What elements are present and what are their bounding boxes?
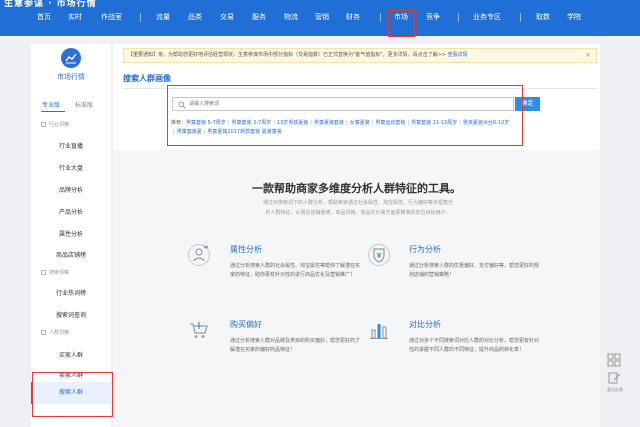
group-icon	[41, 122, 46, 127]
tab-standard[interactable]: 标准版	[75, 100, 93, 109]
nav-divider	[380, 13, 381, 22]
nav-item-marketing[interactable]: 营销	[315, 12, 329, 22]
market-icon	[61, 48, 81, 68]
group-icon	[41, 330, 46, 335]
nav-item-logistics[interactable]: 物流	[284, 12, 298, 22]
sidebar-item-shop-ranking[interactable]: 商品店铺榜	[31, 250, 111, 259]
intro-description: 通过对搜索词下的人群分析，帮助卖家通过社会属性、淘宝属性、行为偏好等多视角分析人…	[263, 200, 454, 216]
notice-text: 【重要通知】亲，为帮助您更好地评估经营现状，生意参谋市场中部分指标（交易指数）已…	[128, 52, 446, 58]
nav-item-war-room[interactable]: 作战室	[101, 12, 122, 22]
sidebar-item-brand-analysis[interactable]: 品牌分析	[31, 185, 111, 194]
sidebar-item-industry-live[interactable]: 行业直播	[31, 141, 111, 150]
tab-professional[interactable]: 专业版	[42, 100, 60, 109]
sidebar-item-buyer-crowd[interactable]: 买家人群	[31, 350, 111, 359]
sidebar-title: 市场行情	[57, 73, 85, 81]
nav-item-data-fetch[interactable]: 取数	[536, 12, 550, 22]
feedback-icon[interactable]	[606, 370, 622, 386]
notice-link[interactable]: 查看详情	[448, 52, 468, 58]
left-sidebar: 市场行情 专业版 标准版 行业洞察 行业直播 行业大盘 品牌分析 产品分析 属性…	[31, 44, 111, 427]
feature-desc-attribute: 通过分析搜索人群的社会属性、淘宝属性等帮你了解潜在买家的特征，助你更有针对性的进…	[230, 263, 361, 278]
feature-desc-behavior: 通过分析搜索人群的优惠偏好、支付偏好等，帮您更好的规划店铺的营销策略！	[409, 263, 540, 278]
notice-banner: 【重要通知】亲，为帮助您更好地评估经营现状，生意参谋市场中部分指标（交易指数）已…	[123, 48, 597, 63]
nav-item-finance[interactable]: 财务	[346, 12, 360, 22]
nav-item-trade[interactable]: 交易	[220, 12, 234, 22]
cart-icon	[190, 322, 208, 338]
nav-item-category[interactable]: 品类	[188, 12, 202, 22]
sidebar-group-crowd: 人群洞察	[41, 329, 69, 336]
sidebar-item-search-query[interactable]: 搜索词查询	[31, 310, 111, 319]
group-icon	[41, 270, 46, 275]
nav-item-home[interactable]: 首页	[37, 12, 51, 22]
feature-title-behavior: 行为分析	[409, 245, 441, 254]
feature-desc-compare: 通过对多个不同搜索词对应人群的对比分析，帮您更有针对性的掌握不同人群的不同特征，…	[409, 338, 540, 353]
feature-title-purchase: 购买偏好	[230, 320, 262, 329]
intro-section: 一款帮助商家多维度分析人群特征的工具。 通过对搜索词下的人群分析，帮助卖家通过社…	[113, 150, 600, 427]
sidebar-tabs: 专业版 标准版	[31, 96, 111, 112]
nav-divider	[458, 13, 459, 22]
nav-item-traffic[interactable]: 流量	[156, 12, 170, 22]
nav-divider	[520, 13, 521, 22]
sidebar-item-industry-overview[interactable]: 行业大盘	[31, 163, 111, 172]
nav-item-competition[interactable]: 竞争	[426, 12, 440, 22]
bar-chart-icon	[370, 324, 388, 339]
nav-divider	[140, 13, 141, 22]
grid-icon[interactable]	[606, 352, 622, 368]
sidebar-group-industry: 行业洞察	[41, 121, 69, 128]
top-nav-bar: 生意参谋 · 市场行情 首页 实时 作战室 流量 品类 交易 服务 物流 营销 …	[0, 0, 640, 36]
close-icon[interactable]: ×	[585, 49, 591, 62]
feedback-label[interactable]: 意见反馈	[604, 387, 626, 393]
highlight-box-search-crowd	[32, 372, 113, 417]
nav-item-service[interactable]: 服务	[252, 12, 266, 22]
feature-desc-purchase: 通过分析搜索人群对品牌及类目的购买偏好，帮您更好的了解潜在买家的偏好商品特征！	[230, 338, 361, 353]
tab-underline	[41, 111, 65, 112]
shield-icon	[368, 244, 390, 266]
feature-title-compare: 对比分析	[409, 320, 441, 329]
nav-item-academy[interactable]: 学院	[567, 12, 581, 22]
page-title: 搜索人群画像	[123, 74, 171, 83]
feature-title-attribute: 属性分析	[230, 245, 262, 254]
sidebar-item-hot-words[interactable]: 行业热词榜	[31, 288, 111, 297]
nav-item-business-zone[interactable]: 业务专区	[473, 12, 501, 22]
highlight-box-search	[167, 85, 523, 146]
sidebar-item-product-analysis[interactable]: 产品分析	[31, 207, 111, 216]
sidebar-item-attribute-analysis[interactable]: 属性分析	[31, 229, 111, 238]
person-icon	[188, 244, 210, 266]
nav-item-realtime[interactable]: 实时	[68, 12, 82, 22]
highlight-box-market	[388, 10, 415, 37]
sidebar-group-search: 搜索洞察	[41, 269, 69, 276]
brand-logo[interactable]: 生意参谋 · 市场行情	[0, 0, 150, 10]
intro-title: 一款帮助商家多维度分析人群特征的工具。	[252, 182, 461, 195]
